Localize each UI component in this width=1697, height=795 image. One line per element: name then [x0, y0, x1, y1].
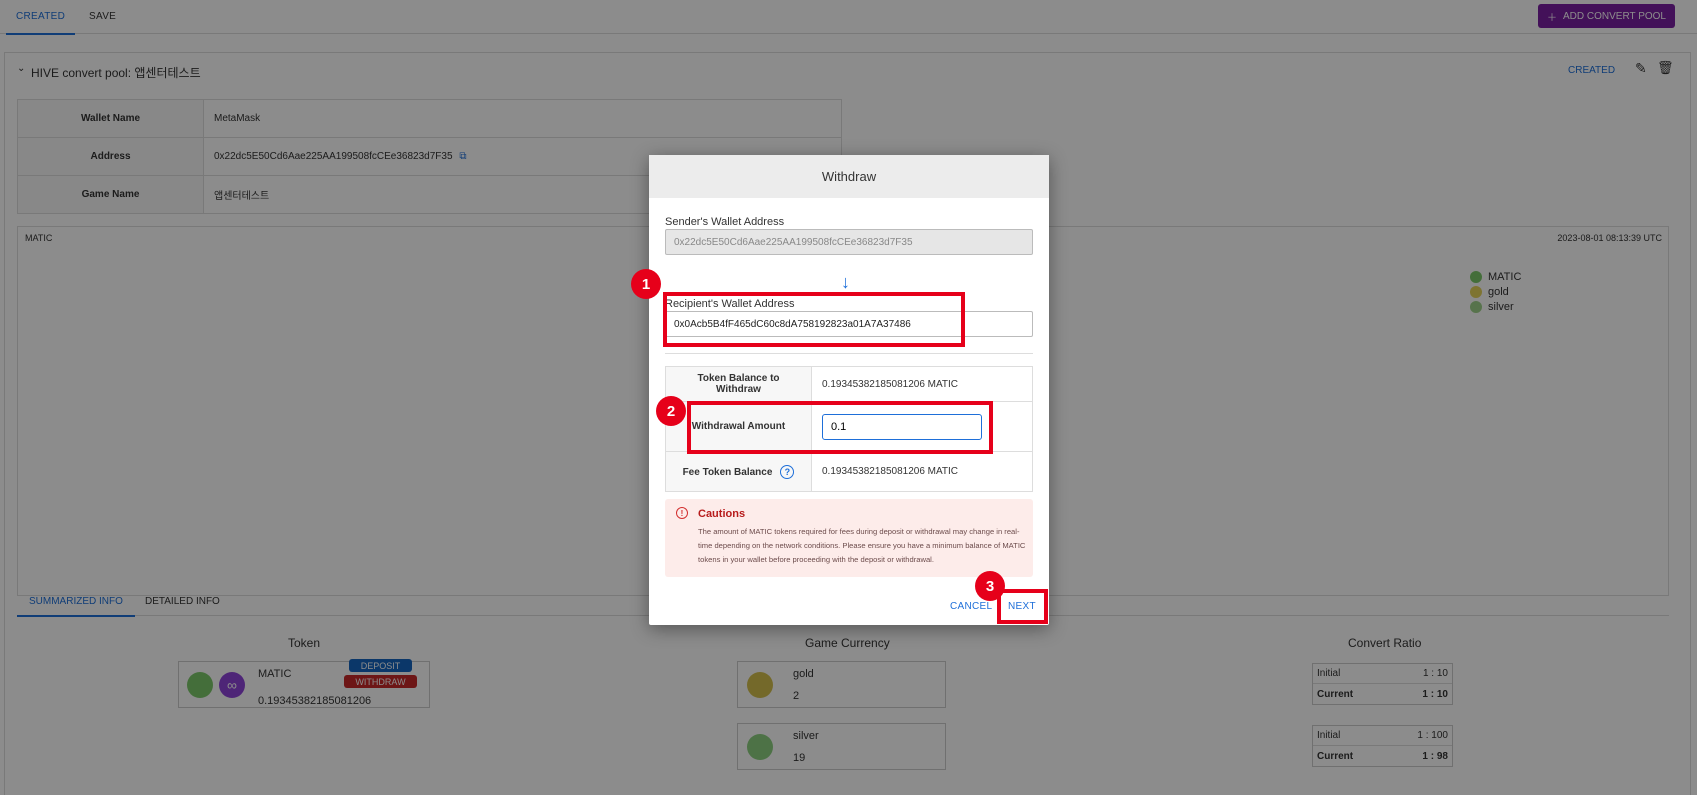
- caution-box: ! Cautions The amount of MATIC tokens re…: [665, 499, 1033, 577]
- fee-key-cell: Fee Token Balance?: [665, 451, 812, 492]
- alert-icon: !: [676, 507, 688, 519]
- annotation-badge: 1: [631, 269, 661, 299]
- sender-address-field: 0x22dc5E50Cd6Aae225AA199508fcCEe36823d7F…: [665, 229, 1033, 255]
- dialog-title: Withdraw: [649, 155, 1049, 198]
- withdraw-dialog: Withdraw Sender's Wallet Address 0x22dc5…: [649, 155, 1049, 625]
- annotation-badge: 3: [975, 571, 1005, 601]
- highlight-next: [997, 589, 1048, 624]
- fee-key: Fee Token Balance: [682, 466, 773, 478]
- highlight-recipient: [663, 292, 965, 347]
- balance-key: Token Balance to Withdraw: [665, 366, 812, 402]
- table-row: Fee Token Balance? 0.19345382185081206 M…: [665, 451, 1033, 492]
- annotation-badge: 2: [656, 396, 686, 426]
- balance-value: 0.19345382185081206 MATIC: [811, 366, 1033, 402]
- caution-title: Cautions: [698, 508, 746, 520]
- arrow-down-icon: ↓: [841, 272, 850, 292]
- highlight-amount: [687, 401, 993, 454]
- fee-value: 0.19345382185081206 MATIC: [811, 451, 1033, 492]
- table-row: Token Balance to Withdraw 0.193453821850…: [665, 366, 1033, 402]
- cancel-button[interactable]: CANCEL: [950, 601, 992, 612]
- help-icon[interactable]: ?: [780, 464, 795, 479]
- caution-text: The amount of MATIC tokens required for …: [698, 527, 1026, 564]
- divider: [665, 353, 1033, 354]
- sender-label: Sender's Wallet Address: [665, 216, 785, 228]
